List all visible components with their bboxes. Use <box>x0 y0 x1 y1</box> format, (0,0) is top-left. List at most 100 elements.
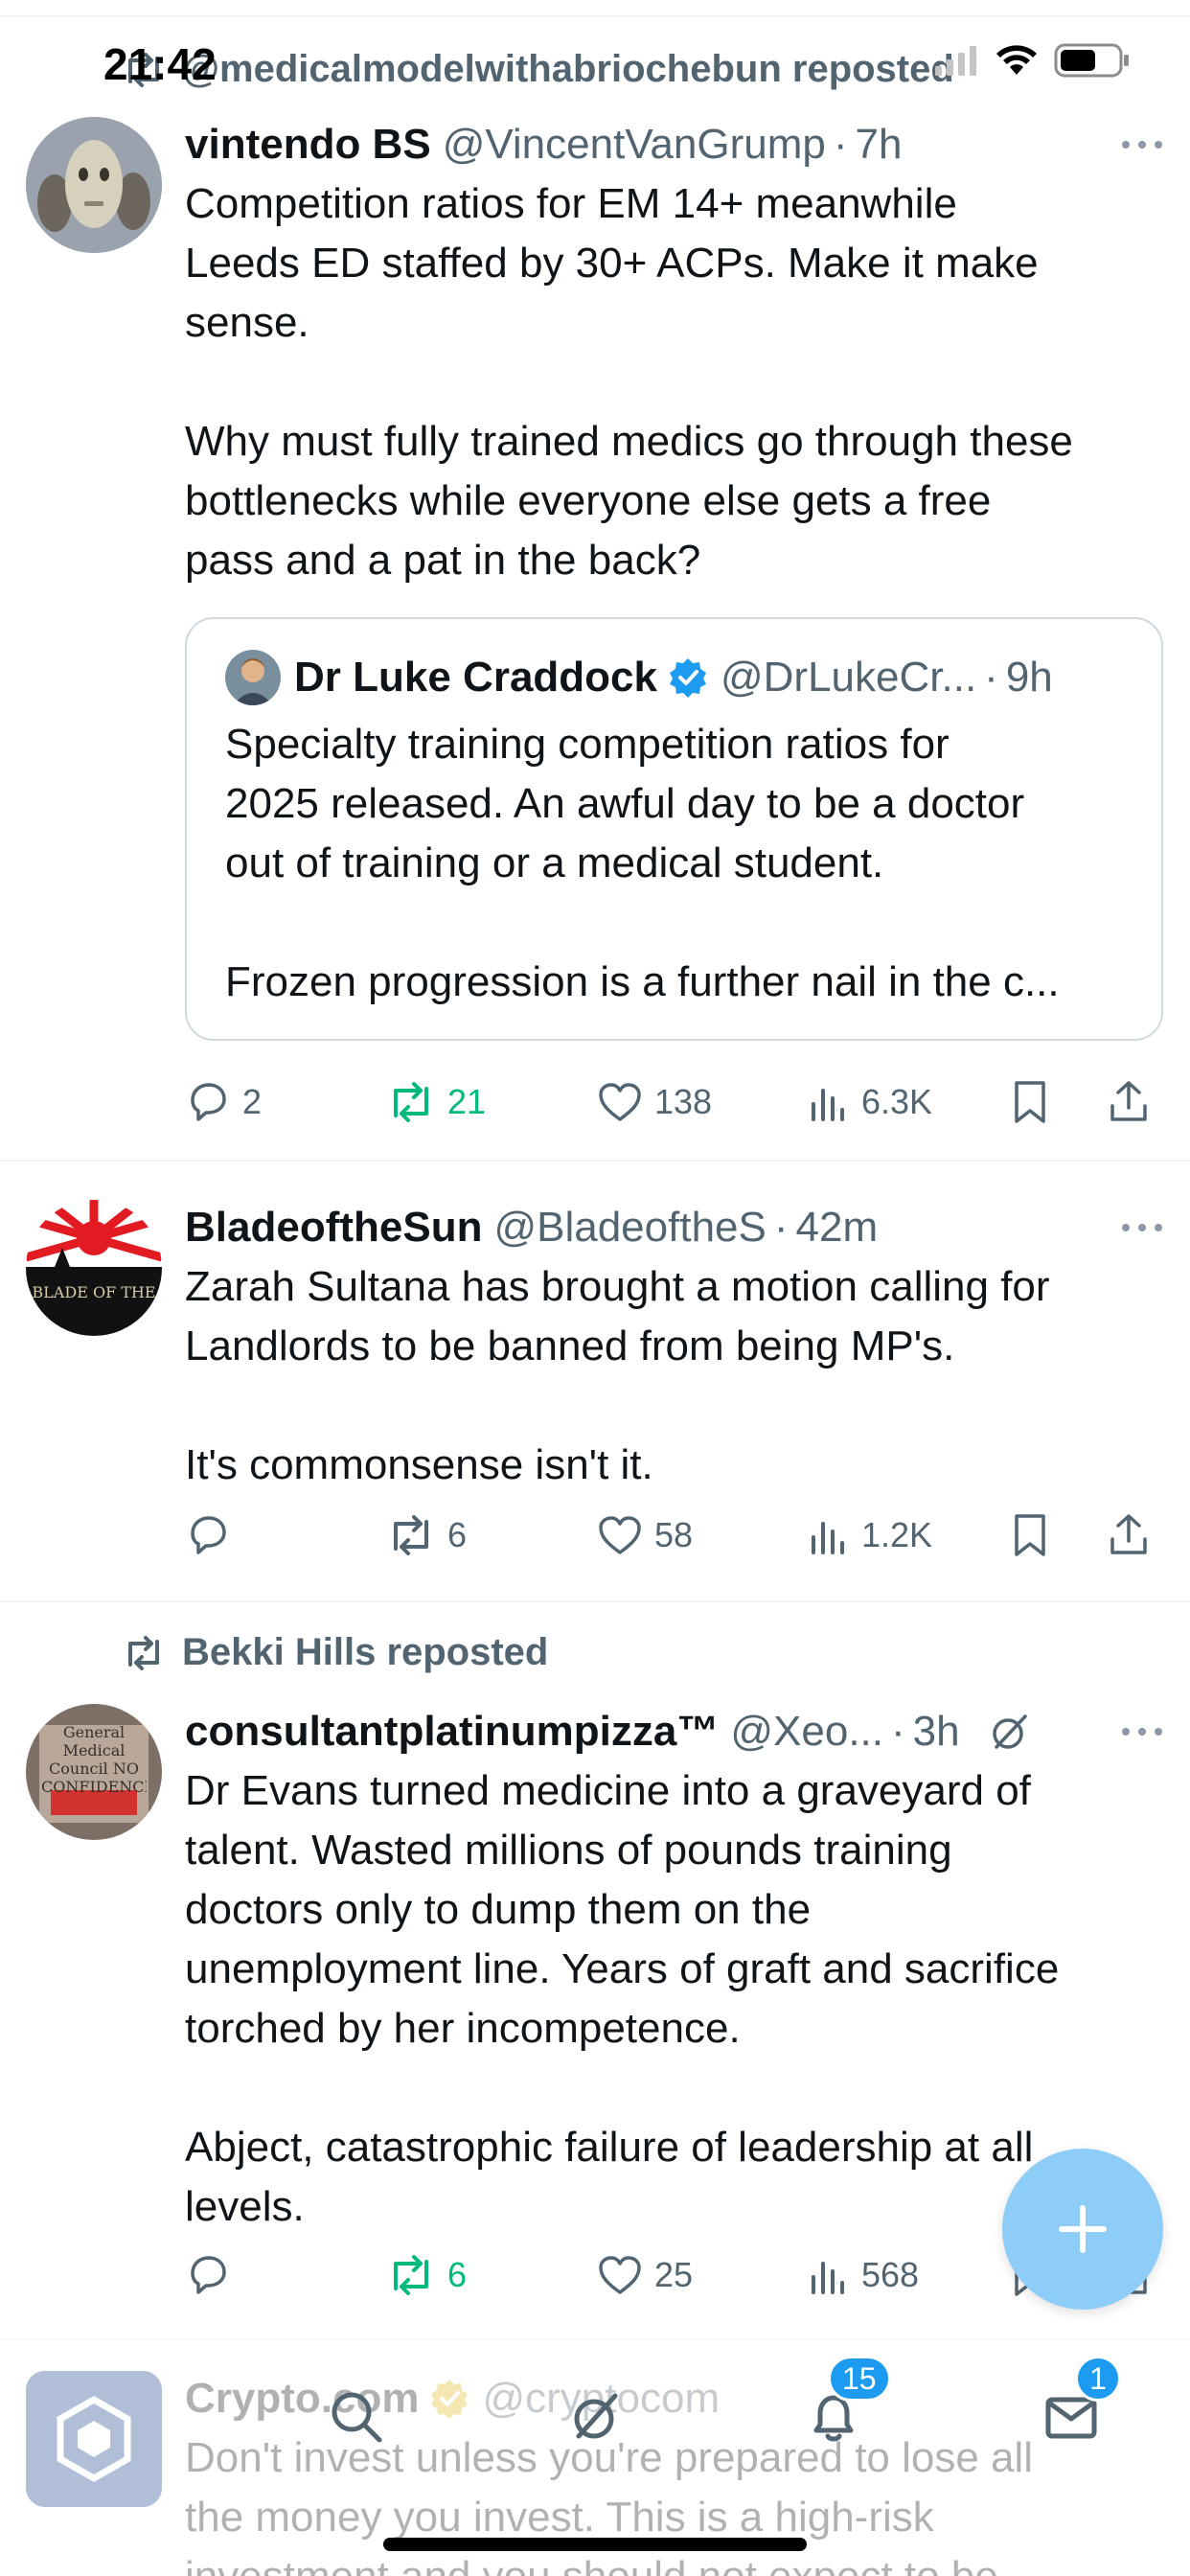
tweet-body: vintendo BS @VincentVanGrump · 7h Compet… <box>185 115 1163 1041</box>
bookmark-button[interactable] <box>1011 1506 1049 1564</box>
more-options-button[interactable] <box>1106 1702 1163 1761</box>
views-button[interactable]: 1.2K <box>808 1506 932 1564</box>
reply-button[interactable] <box>185 1506 242 1564</box>
reply-button[interactable] <box>185 2246 242 2304</box>
status-bar: 21:42 <box>0 0 1190 125</box>
avatar[interactable] <box>26 117 162 253</box>
timestamp[interactable]: 42m <box>796 1204 879 1252</box>
svg-text:BLADE OF THE: BLADE OF THE <box>32 1283 155 1301</box>
timestamp[interactable]: 3h <box>913 1708 960 1756</box>
search-icon <box>332 2392 382 2443</box>
notifications-badge: 15 <box>828 2356 891 2402</box>
views-button[interactable]: 568 <box>808 2246 919 2304</box>
tweet[interactable]: @medicalmodelwithabriochebun reposted vi… <box>0 38 1190 1162</box>
handle[interactable]: @Xeo... <box>730 1708 883 1756</box>
bookmark-button[interactable] <box>1011 1073 1049 1131</box>
reply-icon <box>191 1516 226 1554</box>
social-context-text: Bekki Hills reposted <box>182 1631 549 1673</box>
more-options-button[interactable] <box>1106 1198 1163 1257</box>
quote-avatar <box>225 650 281 705</box>
share-button[interactable] <box>1107 1506 1151 1564</box>
separator-dot: · <box>891 1708 905 1755</box>
nav-messages[interactable]: 1 <box>1031 2356 1121 2457</box>
display-name[interactable]: vintendo BS <box>185 121 431 169</box>
repost-icon <box>128 1635 159 1670</box>
social-context: Bekki Hills reposted <box>123 1631 548 1674</box>
moai-avatar-image <box>26 117 162 253</box>
repost-icon <box>394 1515 428 1555</box>
reply-count: 2 <box>242 1082 263 1121</box>
repost-count: 21 <box>447 1082 487 1121</box>
like-count: 25 <box>654 2255 694 2294</box>
plus-icon <box>1059 2205 1107 2253</box>
views-count: 568 <box>861 2255 920 2294</box>
more-icon <box>1122 1728 1162 1736</box>
separator-dot: · <box>773 1204 789 1251</box>
tweet-header: consultantplatinumpizza™ @Xeo... · 3h <box>185 1702 1163 1761</box>
repost-button[interactable]: 21 <box>386 1073 486 1131</box>
handle[interactable]: @BladeoftheS <box>493 1204 766 1252</box>
like-count: 58 <box>654 1515 694 1554</box>
tweet-header: BladeoftheSun @BladeoftheS · 42m <box>185 1198 1163 1257</box>
tweet-text: Competition ratios for EM 14+ meanwhile … <box>185 180 1073 584</box>
share-button[interactable] <box>1107 1073 1151 1131</box>
share-icon <box>1110 1081 1147 1121</box>
quote-text: Specialty training competition ratios fo… <box>225 721 1060 1005</box>
repost-count: 6 <box>447 1515 468 1554</box>
reply-button[interactable]: 2 <box>185 1073 262 1131</box>
quote-display-name: Dr Luke Craddock <box>294 654 657 701</box>
repost-button[interactable]: 6 <box>386 2246 467 2304</box>
status-time: 21:42 <box>103 39 217 89</box>
views-count: 1.2K <box>861 1515 933 1554</box>
display-name[interactable]: consultantplatinumpizza™ <box>185 1708 719 1756</box>
wifi-icon <box>996 45 1037 75</box>
heart-icon <box>599 1083 641 1121</box>
repost-icon <box>394 1082 428 1122</box>
repost-count: 6 <box>447 2255 468 2294</box>
views-icon <box>812 1522 844 1554</box>
tweet-actions: 6 58 1.2K <box>185 1506 1163 1564</box>
avatar[interactable]: BLADE OF THE <box>26 1200 162 1336</box>
cellular-signal-icon <box>935 46 976 76</box>
like-button[interactable]: 58 <box>597 1506 693 1564</box>
nav-notifications[interactable]: 15 <box>793 2356 891 2457</box>
verified-badge-icon <box>669 658 706 698</box>
tweet-actions: 2 21 138 6.3K <box>185 1073 1163 1131</box>
grok-icon[interactable] <box>987 1709 1033 1755</box>
nav-grok[interactable] <box>556 2377 636 2457</box>
quote-header: Dr Luke Craddock @DrLukeCr... · 9h <box>225 648 1123 707</box>
heart-icon <box>599 2256 641 2294</box>
timestamp[interactable]: 7h <box>855 121 902 169</box>
bookmark-icon <box>1015 1514 1045 1556</box>
views-count: 6.3K <box>861 1082 933 1121</box>
tweet[interactable]: BLADE OF THE BladeoftheSun @BladeoftheS … <box>0 1162 1190 1602</box>
like-button[interactable]: 25 <box>597 2246 693 2304</box>
gmc-protest-avatar-image: General Medical Council NO CONFIDENCE <box>26 1704 162 1840</box>
messages-badge: 1 <box>1075 2356 1121 2402</box>
like-button[interactable]: 138 <box>597 1073 712 1131</box>
separator-dot: · <box>833 121 848 168</box>
handle[interactable]: @VincentVanGrump <box>443 121 826 169</box>
repost-button[interactable]: 6 <box>386 1506 467 1564</box>
heart-icon <box>599 1516 641 1554</box>
nav-search[interactable] <box>316 2377 397 2457</box>
status-icons <box>933 42 1131 79</box>
views-icon <box>812 1089 844 1121</box>
quote-timestamp: 9h <box>1005 654 1053 701</box>
views-icon <box>812 2262 844 2294</box>
like-count: 138 <box>654 1082 713 1121</box>
tweet-body: BladeoftheSun @BladeoftheS · 42m Zarah S… <box>185 1198 1163 1495</box>
quote-tweet[interactable]: Dr Luke Craddock @DrLukeCr... · 9h Speci… <box>185 617 1163 1041</box>
more-icon <box>1122 1224 1162 1231</box>
grok-icon <box>574 2393 618 2439</box>
tweet-body: consultantplatinumpizza™ @Xeo... · 3h Dr… <box>185 1702 1163 2237</box>
display-name[interactable]: BladeoftheSun <box>185 1204 482 1252</box>
repost-icon <box>394 2255 428 2295</box>
blade-avatar-image: BLADE OF THE <box>26 1200 162 1336</box>
home-indicator[interactable] <box>383 2538 807 2551</box>
compose-button[interactable] <box>1002 2149 1163 2310</box>
share-icon <box>1110 1514 1147 1554</box>
views-button[interactable]: 6.3K <box>808 1073 932 1131</box>
avatar[interactable]: General Medical Council NO CONFIDENCE <box>26 1704 162 1840</box>
person-avatar-image <box>225 650 281 705</box>
